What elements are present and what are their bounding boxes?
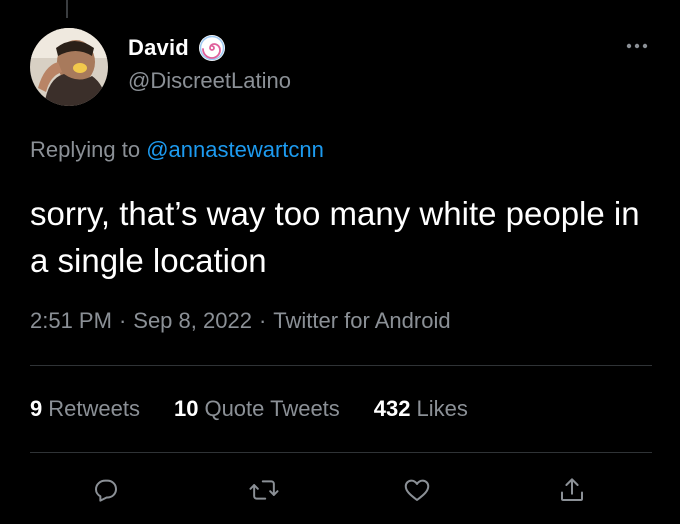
tweet-source[interactable]: Twitter for Android	[273, 308, 450, 333]
retweets-label: Retweets	[48, 396, 140, 421]
author-name-row: David	[128, 34, 227, 62]
retweet-icon[interactable]	[244, 470, 284, 510]
quote-tweets-label: Quote Tweets	[204, 396, 340, 421]
avatar[interactable]	[30, 28, 108, 106]
display-name[interactable]: David	[128, 35, 189, 61]
quote-tweets-count: 10	[173, 396, 199, 421]
tweet-stats: 9 Retweets 10 Quote Tweets 432 Likes	[30, 396, 468, 422]
replying-to-prefix: Replying to	[30, 137, 141, 162]
divider	[30, 365, 652, 366]
tweet-date[interactable]: Sep 8, 2022	[133, 308, 252, 333]
tweet-meta: 2:51 PM · Sep 8, 2022 · Twitter for Android	[30, 308, 451, 334]
replying-to-mention[interactable]: @annastewartcnn	[146, 137, 324, 162]
retweets-count: 9	[30, 396, 43, 421]
tweet-time[interactable]: 2:51 PM	[30, 308, 112, 333]
tweet-text: sorry, that’s way too many white people …	[30, 195, 640, 279]
meta-separator: ·	[118, 308, 127, 333]
likes-stat[interactable]: 432 Likes	[374, 396, 468, 422]
quote-tweets-stat[interactable]: 10 Quote Tweets	[174, 396, 340, 422]
meta-separator: ·	[258, 308, 267, 333]
reply-icon[interactable]	[86, 470, 126, 510]
action-bar	[0, 470, 680, 516]
retweets-stat[interactable]: 9 Retweets	[30, 396, 140, 422]
more-options-icon[interactable]	[622, 36, 652, 56]
likes-label: Likes	[416, 396, 468, 421]
replying-to-line: Replying to @annastewartcnn	[30, 137, 324, 163]
author-handle[interactable]: @DiscreetLatino	[128, 68, 291, 94]
likes-count: 432	[373, 396, 411, 421]
divider	[30, 452, 652, 453]
like-icon[interactable]	[397, 470, 437, 510]
thread-connector-line	[66, 0, 68, 18]
share-icon[interactable]	[552, 470, 592, 510]
swirl-emoji-icon	[197, 33, 227, 63]
